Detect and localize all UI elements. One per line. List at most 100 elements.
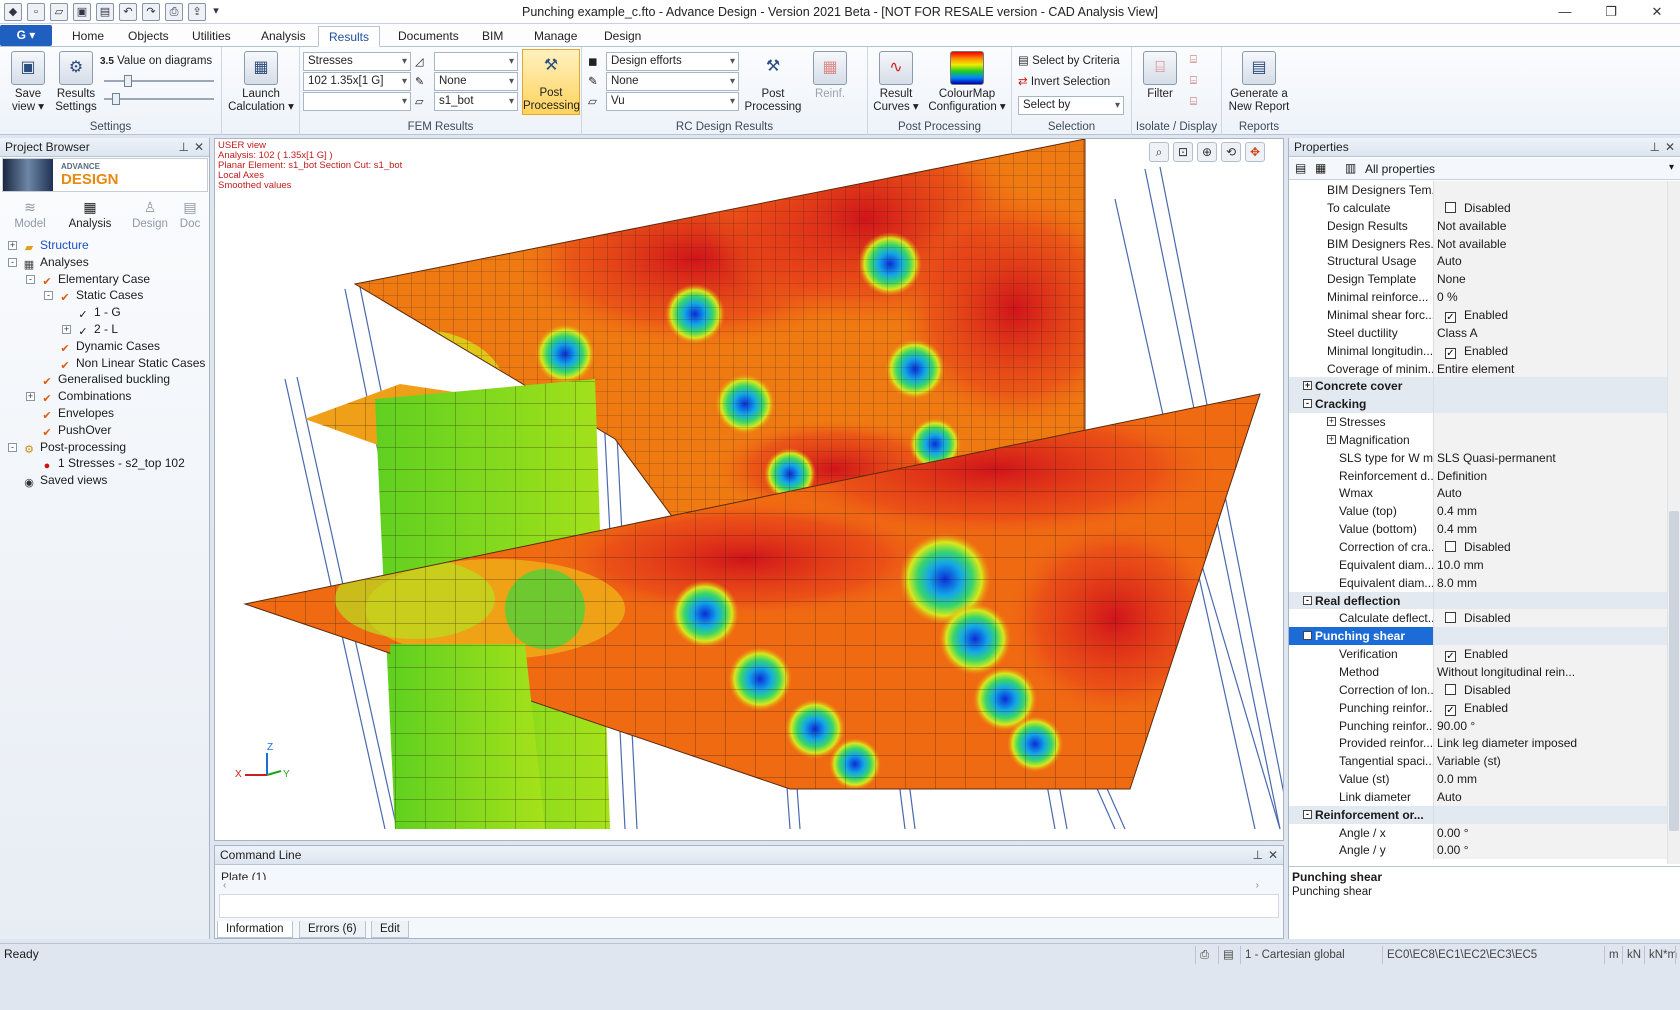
zoom-extents-icon[interactable]: ⊕	[1197, 142, 1217, 162]
property-row[interactable]: SLS type for W m... SLS Quasi-permanent	[1289, 448, 1667, 467]
save-icon[interactable]: ▣	[73, 3, 91, 21]
property-value[interactable]: Disabled	[1433, 609, 1667, 628]
property-value[interactable]: Auto	[1433, 252, 1667, 271]
scroll-right-icon[interactable]: ›	[1256, 880, 1259, 891]
property-value[interactable]	[1433, 805, 1667, 824]
hide-icon[interactable]: ⌸	[1190, 94, 1197, 110]
property-filter-combo[interactable]: All properties	[1365, 162, 1435, 176]
property-row[interactable]: Calculate deflect... Disabled	[1289, 609, 1667, 628]
property-value[interactable]	[1433, 395, 1667, 414]
tree-item[interactable]: ● 1 Stresses - s2_top 102	[40, 455, 185, 472]
property-value[interactable]: 0.4 mm	[1433, 520, 1667, 539]
tree-expand-toggle[interactable]: -	[8, 257, 17, 267]
property-value[interactable]: 0.4 mm	[1433, 502, 1667, 521]
tree-item[interactable]: ⚙ Post-processing	[22, 439, 126, 456]
property-row[interactable]: Value (st) 0.0 mm	[1289, 770, 1667, 789]
tab-analysis[interactable]: Analysis	[251, 26, 316, 47]
property-value[interactable]	[1433, 413, 1667, 432]
property-value[interactable]	[1433, 591, 1667, 610]
property-row[interactable]: Coverage of minim... Entire element	[1289, 359, 1667, 378]
print-icon[interactable]: ⎙	[165, 3, 183, 21]
sort-category-icon[interactable]: ▤	[1295, 161, 1306, 175]
fem-sub-combo[interactable]: None	[434, 72, 518, 91]
property-row[interactable]: Structural Usage Auto	[1289, 252, 1667, 271]
tree-expand-toggle[interactable]: -	[26, 274, 35, 284]
property-row[interactable]: + Magnification	[1289, 430, 1667, 449]
rc-effort-combo[interactable]: Design efforts	[606, 52, 739, 71]
property-row[interactable]: Angle / y 0.00 °	[1289, 841, 1667, 860]
property-row[interactable]: Tangential spaci... Variable (st)	[1289, 752, 1667, 771]
tree-item[interactable]: ✔ PushOver	[40, 422, 111, 439]
property-value[interactable]: Auto	[1433, 787, 1667, 806]
property-row[interactable]: Verification ✓ Enabled	[1289, 645, 1667, 664]
fem-post-processing-button[interactable]: ⚒ Post Processing	[522, 49, 580, 115]
result-curves-button[interactable]: ∿ Result Curves ▾	[870, 51, 922, 114]
tab-design[interactable]: Design	[594, 26, 651, 47]
tab-manage[interactable]: Manage	[524, 26, 587, 47]
tab-results[interactable]: Results	[318, 26, 381, 47]
property-row[interactable]: BIM Designers Tem...	[1289, 181, 1667, 199]
property-value[interactable]: Entire element	[1433, 359, 1667, 378]
property-checkbox[interactable]: ✓	[1445, 311, 1456, 323]
tree-item[interactable]: ✔ Static Cases	[58, 287, 143, 304]
property-row[interactable]: Design Template None	[1289, 270, 1667, 289]
tree-item[interactable]: ✔ Non Linear Static Cases	[58, 355, 205, 372]
close-window-button[interactable]: ✕	[1634, 0, 1680, 24]
property-expand-toggle[interactable]: +	[1303, 381, 1312, 391]
colourmap-configuration-button[interactable]: ColourMap Configuration ▾	[924, 51, 1010, 114]
properties-scrollbar[interactable]	[1667, 181, 1680, 864]
property-checkbox[interactable]: ✓	[1445, 704, 1456, 716]
property-value[interactable]: 0.0 mm	[1433, 770, 1667, 789]
fem-case-combo[interactable]: 102 1.35x[1 G]	[303, 72, 411, 91]
close-properties-icon[interactable]: ✕	[1665, 138, 1675, 156]
zoom-window-icon[interactable]: ⊡	[1173, 142, 1193, 162]
tree-expand-toggle[interactable]: +	[26, 392, 35, 402]
property-value[interactable]: 0.00 °	[1433, 823, 1667, 842]
property-row[interactable]: Provided reinfor... Link leg diameter imp…	[1289, 734, 1667, 753]
tab-utilities[interactable]: Utilities	[182, 26, 241, 47]
tree-item[interactable]: ◉ Saved views	[22, 472, 107, 489]
zoom-icon[interactable]: ⌕	[1149, 142, 1169, 162]
property-value[interactable]: ✓ Enabled	[1433, 645, 1667, 664]
property-value[interactable]: Disabled	[1433, 680, 1667, 699]
scroll-thumb[interactable]	[1669, 511, 1679, 831]
property-value[interactable]: 90.00 °	[1433, 716, 1667, 735]
property-row[interactable]: Minimal shear forc... ✓ Enabled	[1289, 305, 1667, 324]
sort-alpha-icon[interactable]: ▦	[1315, 161, 1326, 175]
browser-tab-design[interactable]: ♙ Design	[122, 196, 178, 230]
tree-expand-toggle[interactable]: -	[44, 291, 53, 301]
property-checkbox[interactable]: ✓	[1445, 651, 1456, 663]
slider-knob-2[interactable]	[112, 93, 120, 105]
property-expand-toggle[interactable]: -	[1303, 809, 1312, 819]
property-row[interactable]: - Punching shear	[1289, 627, 1667, 646]
property-value[interactable]: Class A	[1433, 323, 1667, 342]
property-row[interactable]: - Real deflection	[1289, 591, 1667, 610]
command-input[interactable]	[219, 894, 1279, 918]
redo-icon[interactable]: ↷	[142, 3, 160, 21]
filter-button[interactable]: ⌸ Filter	[1138, 51, 1182, 101]
property-row[interactable]: Value (bottom) 0.4 mm	[1289, 520, 1667, 539]
close-command-icon[interactable]: ✕	[1268, 846, 1278, 864]
pin-icon[interactable]: ⊥	[179, 138, 189, 156]
save-view-button[interactable]: ▣ Save view ▾	[6, 51, 50, 114]
tree-item[interactable]: ✓ 1 - G	[76, 304, 120, 321]
cad-viewport[interactable]: Z X Y USER view Analysis: 102 ( 1.35x[1 …	[214, 138, 1284, 841]
rotate-view-icon[interactable]: ⟲	[1221, 142, 1241, 162]
results-settings-button[interactable]: ⚙ Results Settings	[52, 51, 100, 114]
property-checkbox[interactable]	[1445, 201, 1456, 213]
property-expand-toggle[interactable]: -	[1303, 399, 1312, 409]
property-checkbox[interactable]	[1445, 612, 1456, 624]
property-value[interactable]: None	[1433, 270, 1667, 289]
tab-home[interactable]: Home	[62, 26, 114, 47]
tree-expand-toggle[interactable]: +	[8, 241, 17, 250]
property-checkbox[interactable]: ✓	[1445, 347, 1456, 359]
property-checkbox[interactable]	[1445, 541, 1456, 552]
customize-toolbar-icon[interactable]: ▾	[211, 3, 221, 21]
property-value[interactable]: SLS Quasi-permanent	[1433, 448, 1667, 467]
property-value[interactable]: Disabled	[1433, 198, 1667, 217]
property-row[interactable]: Equivalent diam... 10.0 mm	[1289, 555, 1667, 574]
property-row[interactable]: Design Results Not available	[1289, 216, 1667, 235]
close-browser-icon[interactable]: ✕	[194, 138, 204, 156]
property-row[interactable]: Link diameter Auto	[1289, 787, 1667, 806]
filter-properties-icon[interactable]: ▥	[1345, 161, 1356, 175]
